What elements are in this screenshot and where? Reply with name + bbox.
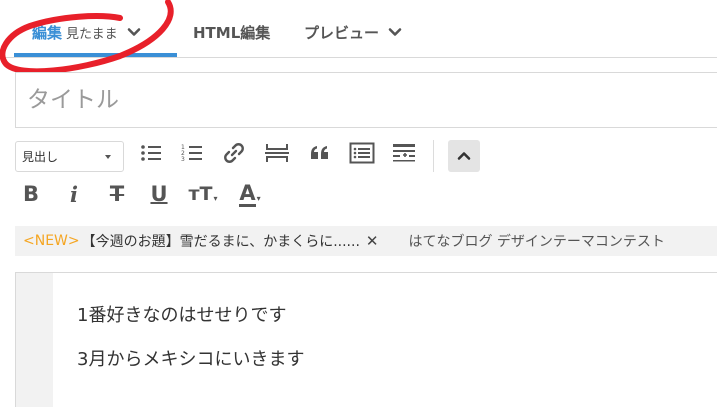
tab-preview[interactable]: プレビュー [304, 20, 403, 44]
ordered-list-icon: 1 2 3 [181, 144, 202, 163]
strikethrough-label: T [109, 182, 125, 206]
italic-label: i [70, 181, 78, 207]
new-badge: <NEW> [23, 233, 80, 249]
heading-format-select[interactable]: 見出し [15, 141, 124, 172]
unordered-list-icon [141, 145, 161, 161]
toolbar-divider [433, 140, 434, 172]
chevron-down-icon [388, 28, 402, 36]
tab-edit-label: 編集 [32, 23, 63, 42]
editor-line[interactable]: 3月からメキシコにいきます [77, 345, 304, 371]
close-icon[interactable]: ✕ [366, 232, 379, 250]
quote-icon [311, 146, 328, 159]
collapse-toolbar-icon [457, 152, 471, 160]
caret-down-icon [105, 155, 111, 159]
font-size-button[interactable]: тT ▾ [186, 180, 220, 208]
collapse-toolbar-button[interactable] [448, 140, 480, 172]
notice-link-contest[interactable]: はてなブログ デザインテーマコンテスト [408, 231, 664, 251]
tab-edit-sublabel: 見たまま [66, 26, 118, 42]
tab-html-edit[interactable]: HTML編集 [193, 20, 270, 44]
bold-label: B [22, 182, 39, 206]
tab-preview-label: プレビュー [304, 23, 380, 42]
text-color-button[interactable]: A ▾ [232, 180, 268, 208]
italic-button[interactable]: i [60, 180, 88, 208]
title-input[interactable] [15, 72, 717, 128]
page-break-button[interactable] [263, 139, 291, 167]
active-tab-indicator [14, 53, 177, 57]
tab-edit-wysiwyg[interactable]: 編集 見たまま [32, 20, 142, 44]
editor-mode-tabs: 編集 見たまま HTML編集 プレビュー [0, 0, 717, 58]
format-select-value: 見出し [22, 150, 59, 164]
svg-text:3: 3 [181, 156, 185, 163]
ordered-list-button[interactable]: 1 2 3 [178, 139, 206, 167]
page-break-icon [265, 144, 289, 162]
font-size-caret-icon: ▾ [213, 193, 218, 203]
text-color-label: A [239, 180, 256, 207]
link-button[interactable] [220, 139, 248, 167]
chevron-down-icon [127, 28, 140, 36]
table-of-contents-button[interactable] [348, 139, 376, 167]
strikethrough-button[interactable]: T [103, 180, 131, 208]
font-size-label: тT [188, 183, 213, 205]
table-of-contents-icon [349, 142, 375, 164]
underline-button[interactable]: U [145, 180, 173, 208]
tab-html-label: HTML編集 [193, 23, 271, 42]
summary-icon [393, 144, 415, 162]
unordered-list-button[interactable] [137, 139, 165, 167]
notice-bar: <NEW> 【今週のお題】雪だるまに、かまくらに...... ✕ はてなブログ … [15, 226, 717, 256]
bold-button[interactable]: B [17, 180, 45, 208]
text-color-caret-icon: ▾ [256, 193, 261, 203]
summary-button[interactable] [390, 139, 418, 167]
editor-gutter [16, 273, 53, 407]
link-icon [224, 143, 244, 163]
editor-line[interactable]: 1番好きなのはせせりです [77, 301, 286, 327]
editor-body[interactable]: 1番好きなのはせせりです 3月からメキシコにいきます [15, 272, 717, 407]
quote-button[interactable] [306, 139, 334, 167]
underline-label: U [150, 182, 168, 206]
notice-link-topic[interactable]: 【今週のお題】雪だるまに、かまくらに...... [82, 231, 360, 251]
